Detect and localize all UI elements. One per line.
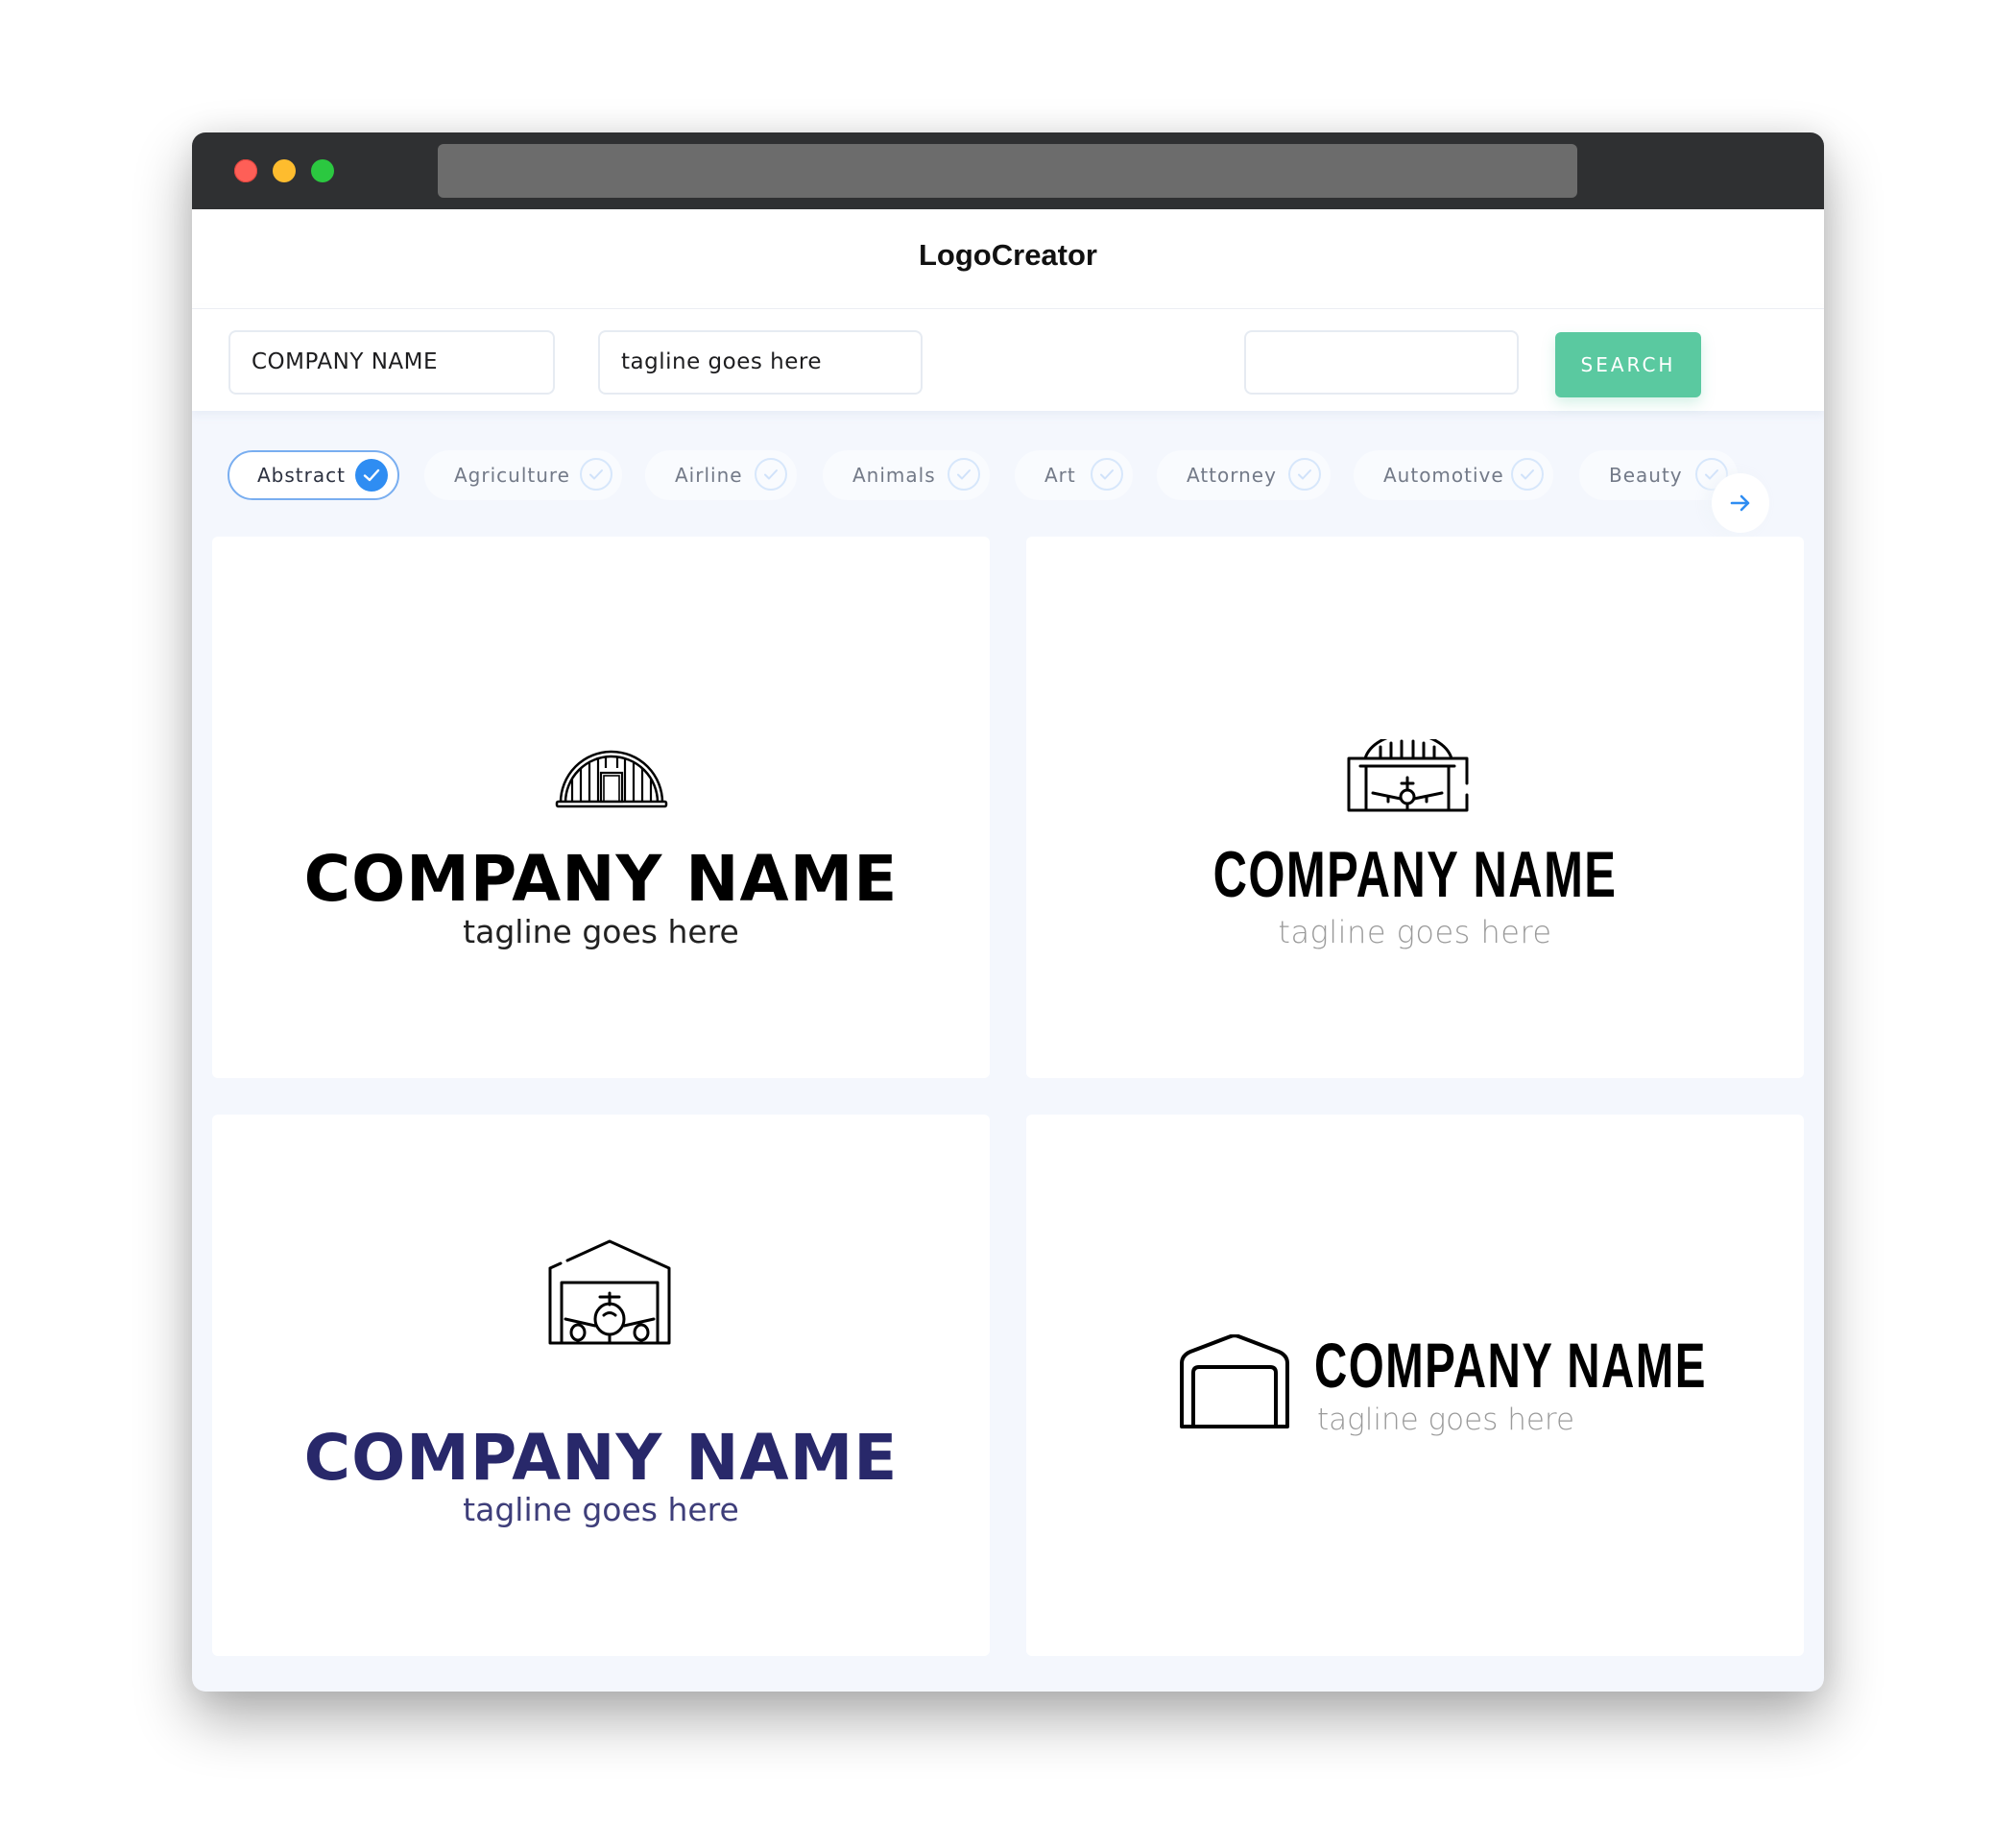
- check-icon: [1288, 458, 1321, 491]
- tagline-text: tagline goes here: [463, 1491, 739, 1528]
- logo-card[interactable]: COMPANY NAME tagline goes here: [1026, 537, 1804, 1078]
- check-icon: [755, 458, 787, 491]
- hangar-airplane-icon: [1347, 739, 1469, 812]
- app-header: LogoCreator: [192, 209, 1824, 309]
- hangar-house-airplane-icon: [548, 1239, 671, 1345]
- company-name-input[interactable]: COMPANY NAME: [228, 330, 555, 395]
- logo-card[interactable]: COMPANY NAME tagline goes here: [212, 537, 990, 1078]
- category-chip-animals[interactable]: Animals: [823, 450, 990, 500]
- logo-card[interactable]: COMPANY NAME tagline goes here: [212, 1115, 990, 1656]
- check-icon: [355, 459, 388, 492]
- category-chip-label: Abstract: [257, 464, 346, 487]
- maximize-window-button[interactable]: [311, 159, 334, 182]
- category-chip-abstract[interactable]: Abstract: [228, 450, 399, 500]
- company-name-text: COMPANY NAME: [1314, 1330, 1707, 1401]
- address-bar[interactable]: [438, 144, 1577, 198]
- close-window-button[interactable]: [234, 159, 257, 182]
- title-bar: [192, 132, 1824, 209]
- category-chip-label: Art: [1044, 464, 1076, 487]
- category-chip-automotive[interactable]: Automotive: [1354, 450, 1553, 500]
- category-chip-attorney[interactable]: Attorney: [1157, 450, 1331, 500]
- browser-window: LogoCreator COMPANY NAME tagline goes he…: [192, 132, 1824, 1692]
- category-chip-airline[interactable]: Airline: [645, 450, 797, 500]
- search-bar: COMPANY NAME tagline goes here SEARCH: [192, 309, 1824, 411]
- garage-icon: [1180, 1334, 1289, 1428]
- category-filter-bar: Abstract Agriculture Airline Animals Art: [192, 411, 1824, 533]
- category-chip-label: Attorney: [1187, 464, 1277, 487]
- app-title: LogoCreator: [919, 238, 1097, 272]
- category-chip-label: Animals: [852, 464, 936, 487]
- check-icon: [1091, 458, 1123, 491]
- company-name-wrap: COMPANY NAME: [1314, 1329, 1717, 1401]
- tagline-text: tagline goes here: [1278, 914, 1552, 950]
- category-chip-label: Beauty: [1609, 464, 1683, 487]
- category-chip-art[interactable]: Art: [1015, 450, 1133, 500]
- search-button[interactable]: SEARCH: [1555, 332, 1701, 397]
- company-name-text: COMPANY NAME: [1212, 838, 1618, 911]
- check-icon: [580, 458, 612, 491]
- category-chip-agriculture[interactable]: Agriculture: [424, 450, 622, 500]
- company-name-text: COMPANY NAME: [303, 842, 899, 916]
- company-name-text: COMPANY NAME: [303, 1421, 899, 1495]
- keyword-input[interactable]: [1244, 330, 1519, 395]
- tagline-text: tagline goes here: [1317, 1403, 1575, 1437]
- category-chip-label: Automotive: [1383, 464, 1504, 487]
- quonset-hangar-icon: [555, 750, 668, 808]
- category-chip-label: Agriculture: [454, 464, 570, 487]
- logo-card[interactable]: COMPANY NAME tagline goes here: [1026, 1115, 1804, 1656]
- check-icon: [948, 458, 980, 491]
- tagline-text: tagline goes here: [463, 913, 739, 950]
- check-icon: [1511, 458, 1544, 491]
- minimize-window-button[interactable]: [273, 159, 296, 182]
- tagline-input[interactable]: tagline goes here: [598, 330, 923, 395]
- next-categories-button[interactable]: [1712, 473, 1769, 533]
- category-chip-label: Airline: [675, 464, 743, 487]
